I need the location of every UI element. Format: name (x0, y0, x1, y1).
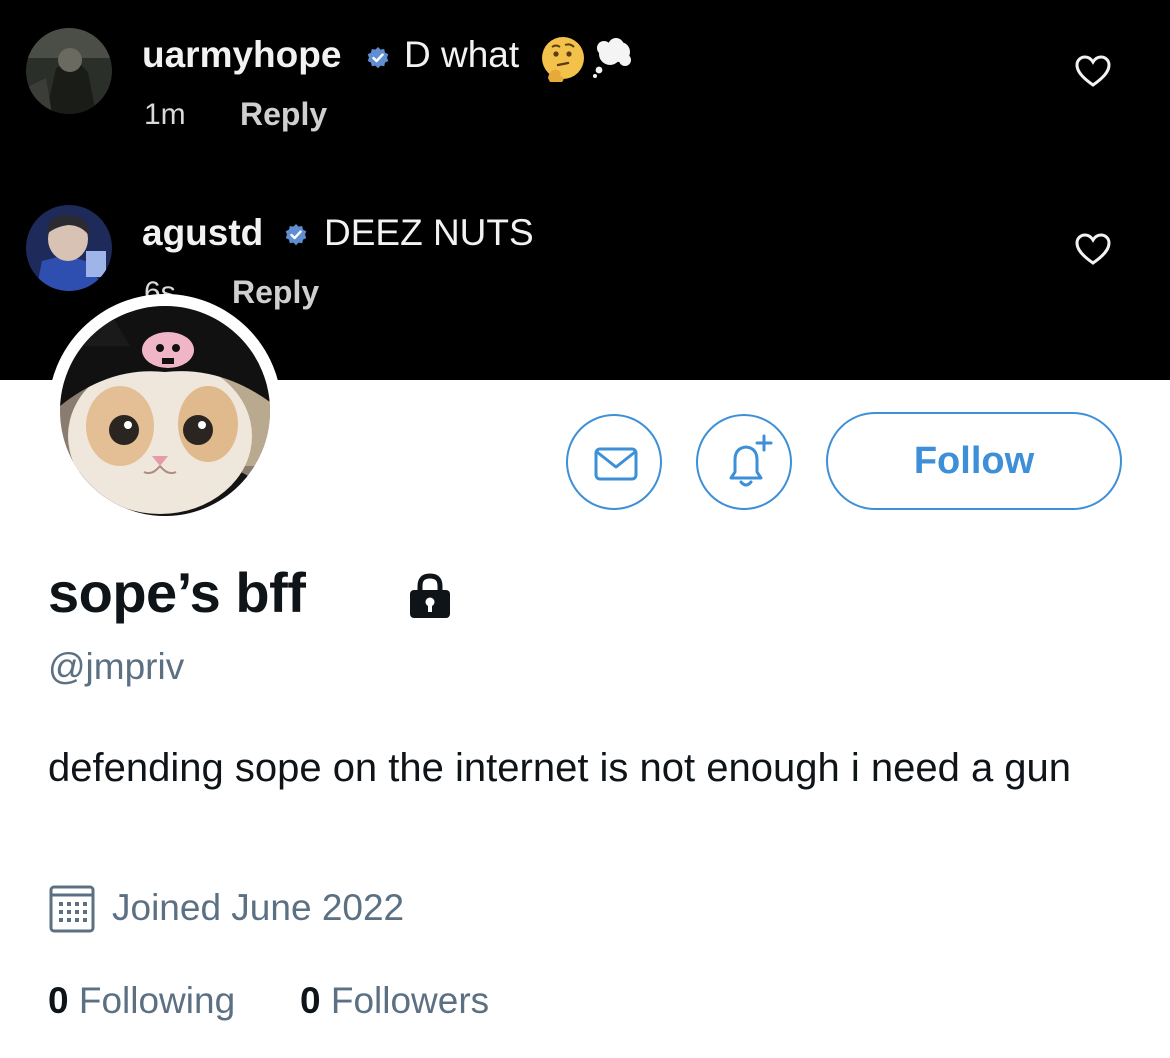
commenter-avatar (26, 205, 112, 291)
comment-reply-button[interactable]: Reply (232, 274, 319, 311)
envelope-icon (594, 447, 638, 481)
verified-badge-icon (367, 47, 389, 69)
following-stat[interactable]: 0 Following (48, 980, 235, 1022)
calendar-icon (49, 885, 95, 933)
comment-text: DEEZ NUTS (324, 212, 534, 253)
comment-reply-button[interactable]: Reply (240, 96, 327, 133)
profile-bio: defending sope on the internet is not en… (48, 746, 1072, 790)
commenter-username[interactable]: uarmyhope (142, 34, 341, 76)
cat-avatar-image (60, 306, 270, 516)
commenter-avatar (26, 28, 112, 114)
thought-balloon-emoji-icon (593, 38, 631, 78)
profile-display-name: sope’s bff (48, 561, 306, 624)
following-count: 0 (48, 980, 69, 1021)
joined-date: Joined June 2022 (112, 887, 405, 928)
comment-time: 1m (144, 98, 186, 131)
notifications-button[interactable] (696, 414, 792, 510)
following-label: Following (78, 980, 236, 1021)
followers-stat[interactable]: 0 Followers (300, 980, 489, 1022)
followers-label: Followers (330, 980, 490, 1021)
profile-avatar[interactable] (48, 294, 282, 528)
follow-button[interactable]: Follow (826, 412, 1122, 510)
heart-icon[interactable] (1074, 54, 1112, 88)
profile-handle: @jmpriv (48, 646, 185, 687)
thinking-face-emoji-icon (542, 37, 584, 82)
bell-plus-icon (729, 434, 773, 487)
message-button[interactable] (566, 414, 662, 510)
lock-icon (410, 573, 450, 618)
comment-text: D what (404, 34, 520, 75)
followers-count: 0 (300, 980, 321, 1021)
commenter-username[interactable]: agustd (142, 212, 263, 254)
heart-icon[interactable] (1074, 232, 1112, 266)
verified-badge-icon (285, 224, 307, 246)
